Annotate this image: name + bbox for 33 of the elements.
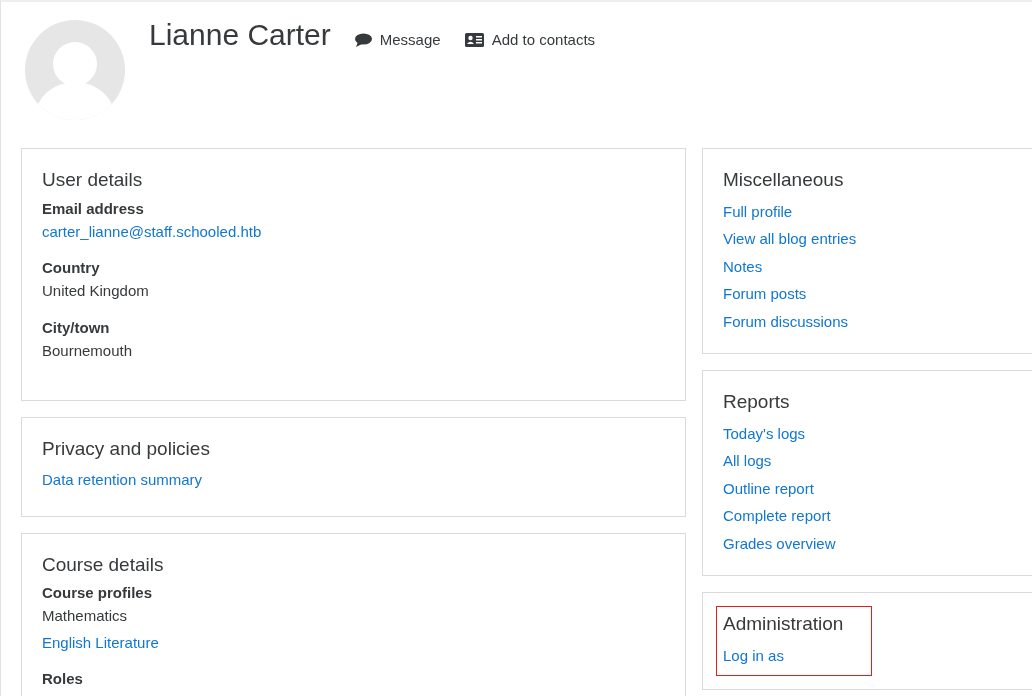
- nav-link[interactable]: View all blog entries: [723, 225, 857, 253]
- card-title: Course details: [42, 553, 164, 577]
- field-value: Bournemouth: [42, 340, 133, 361]
- nav-link[interactable]: Forum posts: [723, 280, 807, 308]
- field-label: Email address: [42, 198, 145, 219]
- nav-link[interactable]: Log in as: [723, 641, 784, 670]
- field-label: Country: [42, 258, 101, 279]
- card-title: Miscellaneous: [723, 169, 844, 192]
- message-link[interactable]: Message: [354, 29, 441, 52]
- card-title: User details: [42, 169, 143, 192]
- item-link[interactable]: carter_lianne@staff.schooled.htb: [42, 220, 262, 244]
- field-label: City/town: [42, 317, 111, 338]
- card-title: Reports: [723, 391, 790, 414]
- field-value: United Kingdom: [42, 281, 149, 302]
- profile-name: Lianne Carter: [149, 20, 331, 50]
- nav-link[interactable]: Today's logs: [723, 419, 806, 448]
- nav-link[interactable]: All logs: [723, 447, 772, 475]
- nav-link[interactable]: Complete report: [723, 502, 831, 530]
- item-link[interactable]: Data retention summary: [42, 469, 203, 492]
- item-link[interactable]: English Literature: [42, 631, 159, 655]
- card-title: Administration: [723, 612, 844, 636]
- contact-card-icon: [464, 33, 484, 48]
- nav-link[interactable]: Outline report: [723, 474, 814, 503]
- field-label: Roles: [42, 669, 84, 690]
- speech-bubble-icon: [354, 33, 372, 48]
- card-title: Privacy and policies: [42, 438, 210, 462]
- nav-link[interactable]: Full profile: [723, 197, 793, 226]
- nav-link[interactable]: Grades overview: [723, 529, 836, 557]
- add-contact-link[interactable]: Add to contacts: [464, 29, 596, 52]
- field-value: Mathematics: [42, 606, 128, 627]
- nav-link[interactable]: Forum discussions: [723, 307, 849, 335]
- nav-link[interactable]: Notes: [723, 252, 763, 281]
- field-label: Course profiles: [42, 583, 154, 604]
